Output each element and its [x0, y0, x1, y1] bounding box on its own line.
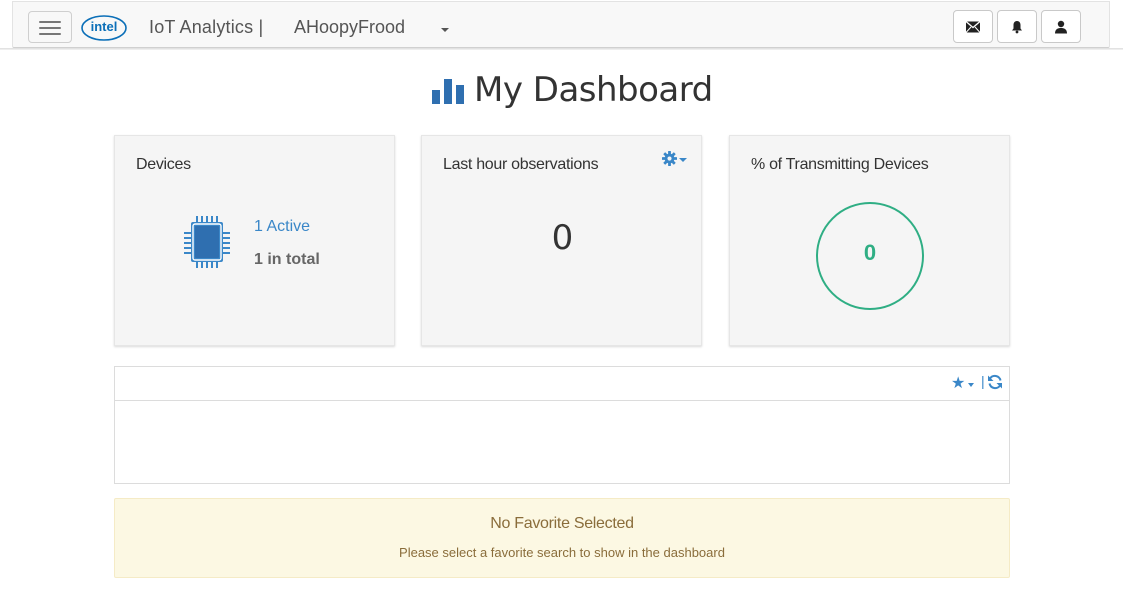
favorite-toolbar: ★ | — [115, 367, 1009, 401]
alert-title: No Favorite Selected — [490, 515, 634, 532]
account-name[interactable]: AHoopyFrood — [294, 17, 405, 38]
total-devices-text: 1 in total — [254, 251, 320, 268]
observations-card: Last hour observations 0 — [421, 135, 702, 346]
transmitting-card: % of Transmitting Devices 0 — [729, 135, 1010, 346]
user-icon — [1055, 20, 1067, 33]
refresh-button[interactable] — [987, 374, 1003, 392]
bar-chart-icon — [432, 79, 464, 104]
observations-card-title: Last hour observations — [443, 156, 599, 173]
logo-text: intel — [91, 19, 118, 34]
page-title-text: My Dashboard — [474, 70, 713, 110]
transmitting-gauge: 0 — [816, 202, 924, 310]
envelope-icon — [965, 20, 981, 33]
devices-card: Devices 1 Active 1 in total — [114, 135, 395, 346]
observations-settings-button[interactable] — [662, 149, 690, 169]
user-menu-button[interactable] — [1041, 10, 1081, 43]
brand-title[interactable]: IoT Analytics | — [149, 17, 263, 38]
account-dropdown-button[interactable] — [437, 17, 453, 41]
active-devices-link[interactable]: 1 Active — [254, 218, 310, 236]
no-favorite-alert: No Favorite Selected Please select a fav… — [114, 498, 1010, 578]
menu-icon-bar — [39, 27, 61, 29]
caret-down-icon — [441, 28, 449, 32]
favorite-select-button[interactable]: ★ — [951, 373, 977, 393]
menu-toggle-button[interactable] — [28, 11, 72, 43]
page-title: My Dashboard — [432, 68, 713, 112]
observations-value: 0 — [551, 218, 574, 258]
menu-icon-bar — [39, 21, 61, 23]
notifications-button[interactable] — [997, 10, 1037, 43]
refresh-icon — [988, 374, 1002, 390]
bell-icon — [1012, 20, 1022, 33]
toolbar-separator: | — [981, 373, 985, 389]
caret-down-icon — [679, 158, 687, 162]
top-navbar: intel IoT Analytics | AHoopyFrood — [12, 1, 1110, 48]
caret-down-icon — [968, 383, 974, 387]
gear-icon — [662, 151, 677, 166]
intel-logo[interactable]: intel — [80, 11, 128, 43]
transmitting-card-title: % of Transmitting Devices — [751, 156, 929, 173]
menu-icon-bar — [39, 33, 61, 35]
messages-button[interactable] — [953, 10, 993, 43]
devices-card-title: Devices — [136, 156, 191, 173]
favorite-search-panel: ★ | — [114, 366, 1010, 484]
chip-icon — [184, 216, 230, 268]
star-icon: ★ — [951, 373, 966, 392]
navbar-shadow — [0, 48, 1123, 50]
alert-message: Please select a favorite search to show … — [399, 545, 725, 560]
transmitting-value: 0 — [863, 240, 877, 265]
